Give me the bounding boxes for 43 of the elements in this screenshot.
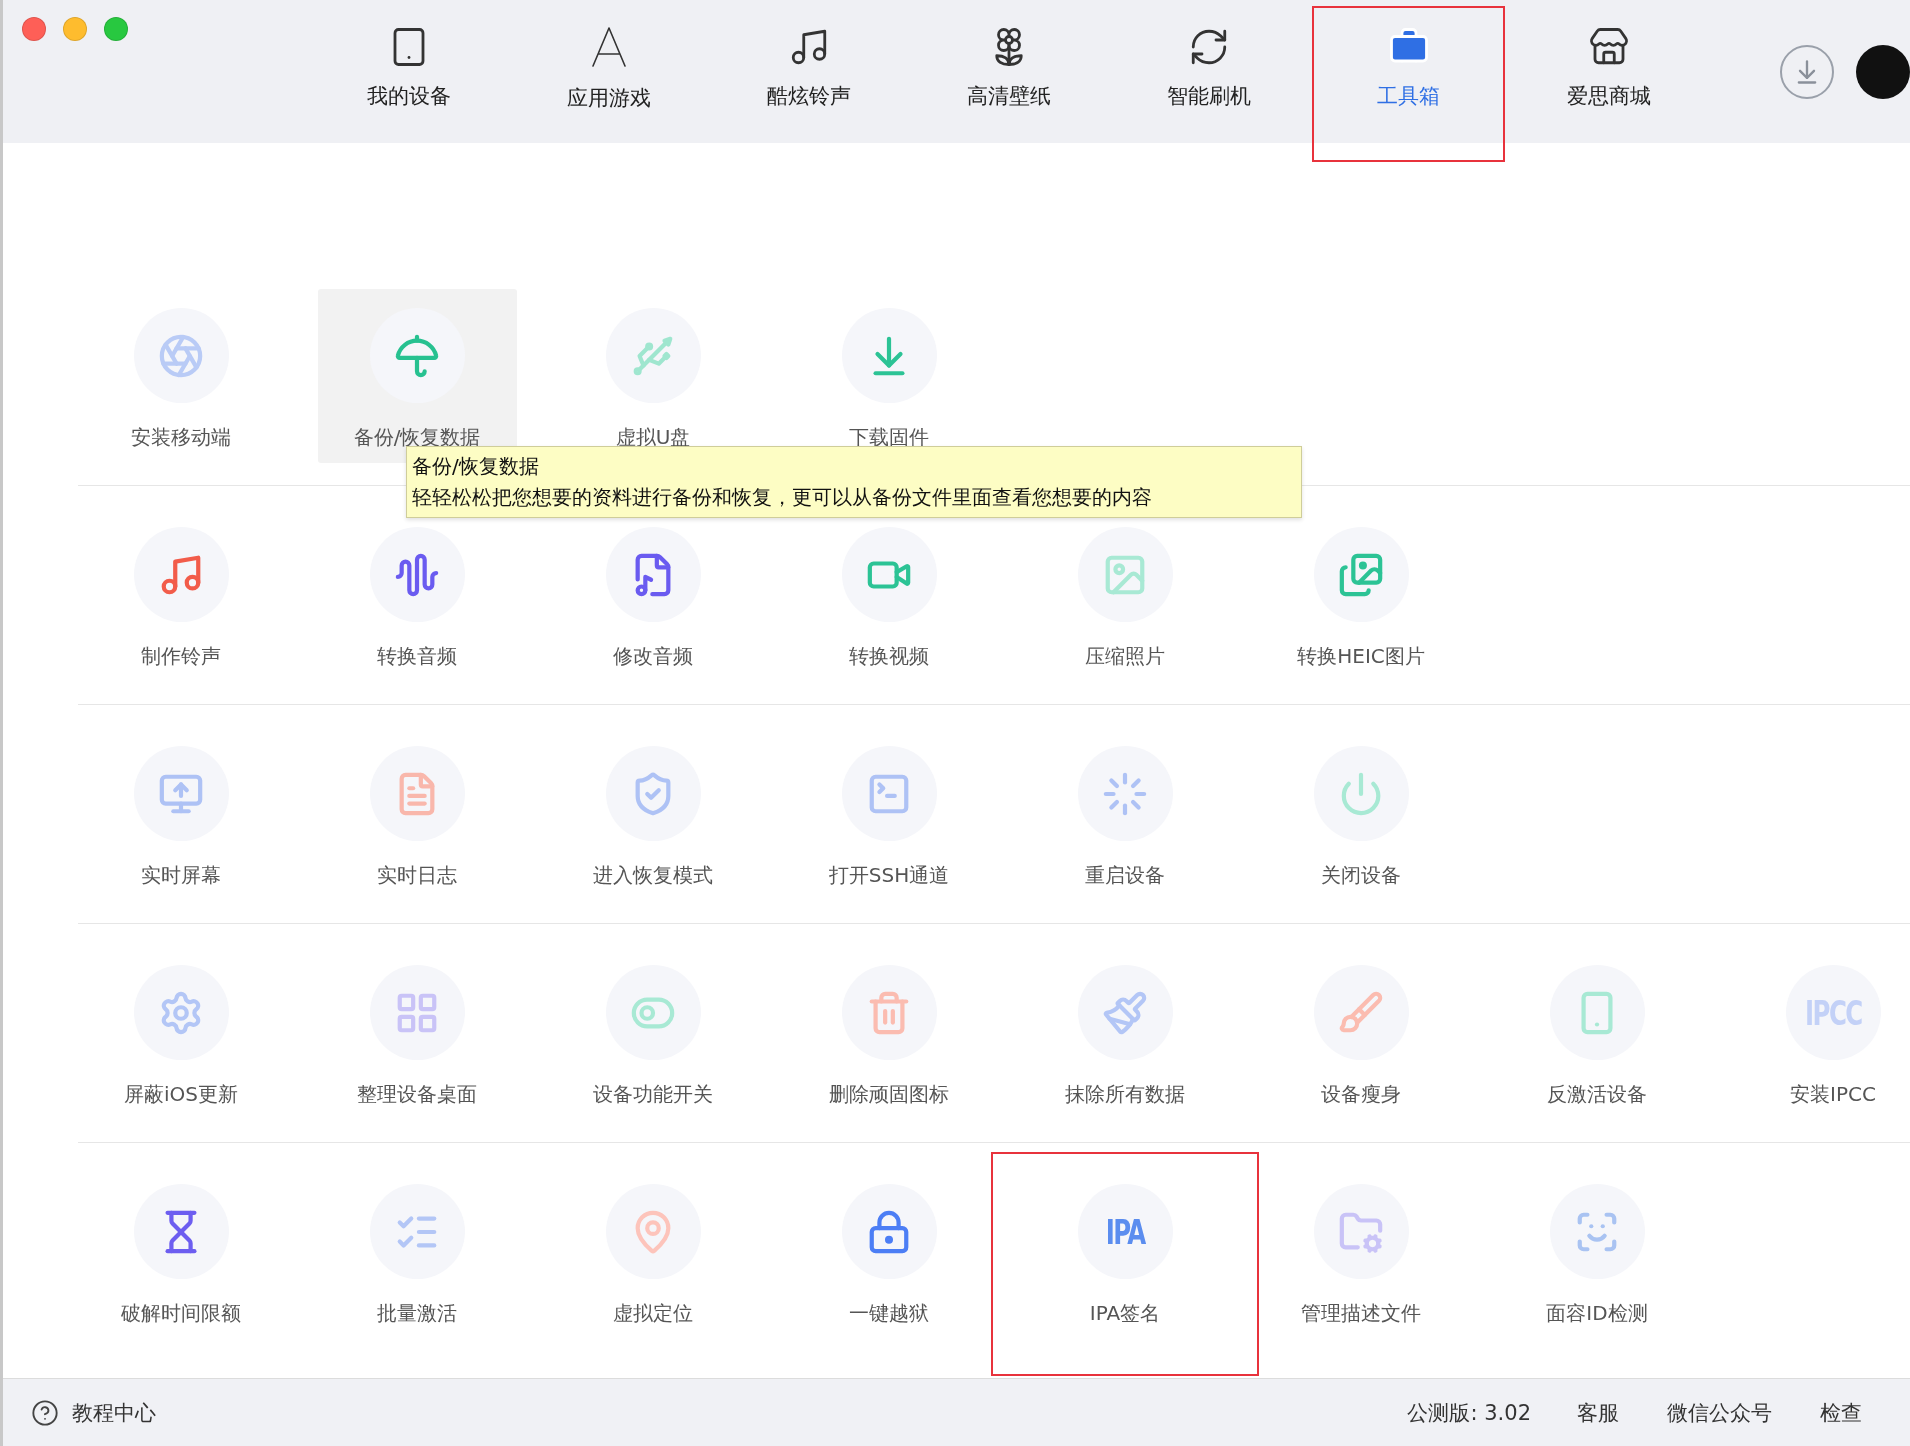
tool-button[interactable]: 转换HEIC图片 (1261, 508, 1461, 682)
tool-button[interactable]: 一键越狱 (789, 1165, 989, 1339)
status-link[interactable]: 检查 (1820, 1398, 1862, 1427)
tool-button[interactable]: 打开SSH通道 (789, 727, 989, 901)
tool-button[interactable]: 关闭设备 (1261, 727, 1461, 901)
nav-tab[interactable]: 高清壁纸 (912, 0, 1105, 143)
avatar-icon[interactable] (1856, 45, 1910, 99)
tool-button[interactable]: 安装移动端 (81, 289, 281, 463)
nav-tab[interactable]: 酷炫铃声 (712, 0, 905, 143)
tool-button[interactable]: 管理描述文件 (1261, 1165, 1461, 1339)
nav-tab[interactable]: 爱思商城 (1512, 0, 1705, 143)
version-text: 公测版: 3.02 (1407, 1399, 1531, 1427)
minimize-button[interactable] (63, 17, 87, 41)
help-link[interactable]: 教程中心 (72, 1398, 156, 1427)
tool-button[interactable]: 制作铃声 (81, 508, 281, 682)
tool-button[interactable]: 破解时间限额 (81, 1165, 281, 1339)
tooltip-text: 轻轻松松把您想要的资料进行备份和恢复，更可以从备份文件里面查看您想要的内容 (412, 484, 1153, 511)
close-button[interactable] (22, 17, 46, 41)
tool-button[interactable]: 虚拟定位 (553, 1165, 753, 1339)
nav-tab[interactable]: 应用游戏 (512, 0, 705, 143)
tool-button[interactable]: IPA IPA签名 (1025, 1165, 1225, 1339)
status-link[interactable]: 微信公众号 (1667, 1398, 1772, 1427)
nav-tab[interactable]: 智能刷机 (1112, 0, 1305, 143)
logo-text: IPA (1105, 1211, 1145, 1252)
nav-tab[interactable]: 我的设备 (312, 0, 505, 143)
tool-button[interactable]: 重启设备 (1025, 727, 1225, 901)
tool-button[interactable]: 设备功能开关 (553, 946, 753, 1120)
tool-button[interactable]: 屏蔽iOS更新 (81, 946, 281, 1120)
tool-button[interactable]: 批量激活 (317, 1165, 517, 1339)
help-icon[interactable] (31, 1398, 59, 1427)
download-button[interactable] (1780, 45, 1834, 99)
nav-tab[interactable]: 工具箱 (1312, 0, 1505, 143)
tool-button[interactable]: 整理设备桌面 (317, 946, 517, 1120)
tool-button[interactable]: 实时屏幕 (81, 727, 281, 901)
tool-button[interactable]: 实时日志 (317, 727, 517, 901)
tool-button[interactable]: 删除顽固图标 (789, 946, 989, 1120)
tool-button[interactable]: 反激活设备 (1497, 946, 1697, 1120)
tool-button[interactable]: 面容ID检测 (1497, 1165, 1697, 1339)
tool-button[interactable]: 抹除所有数据 (1025, 946, 1225, 1120)
tool-button[interactable]: 进入恢复模式 (553, 727, 753, 901)
zoom-button[interactable] (104, 17, 128, 41)
status-link[interactable]: 客服 (1577, 1398, 1619, 1427)
tool-button[interactable]: 设备瘦身 (1261, 946, 1461, 1120)
